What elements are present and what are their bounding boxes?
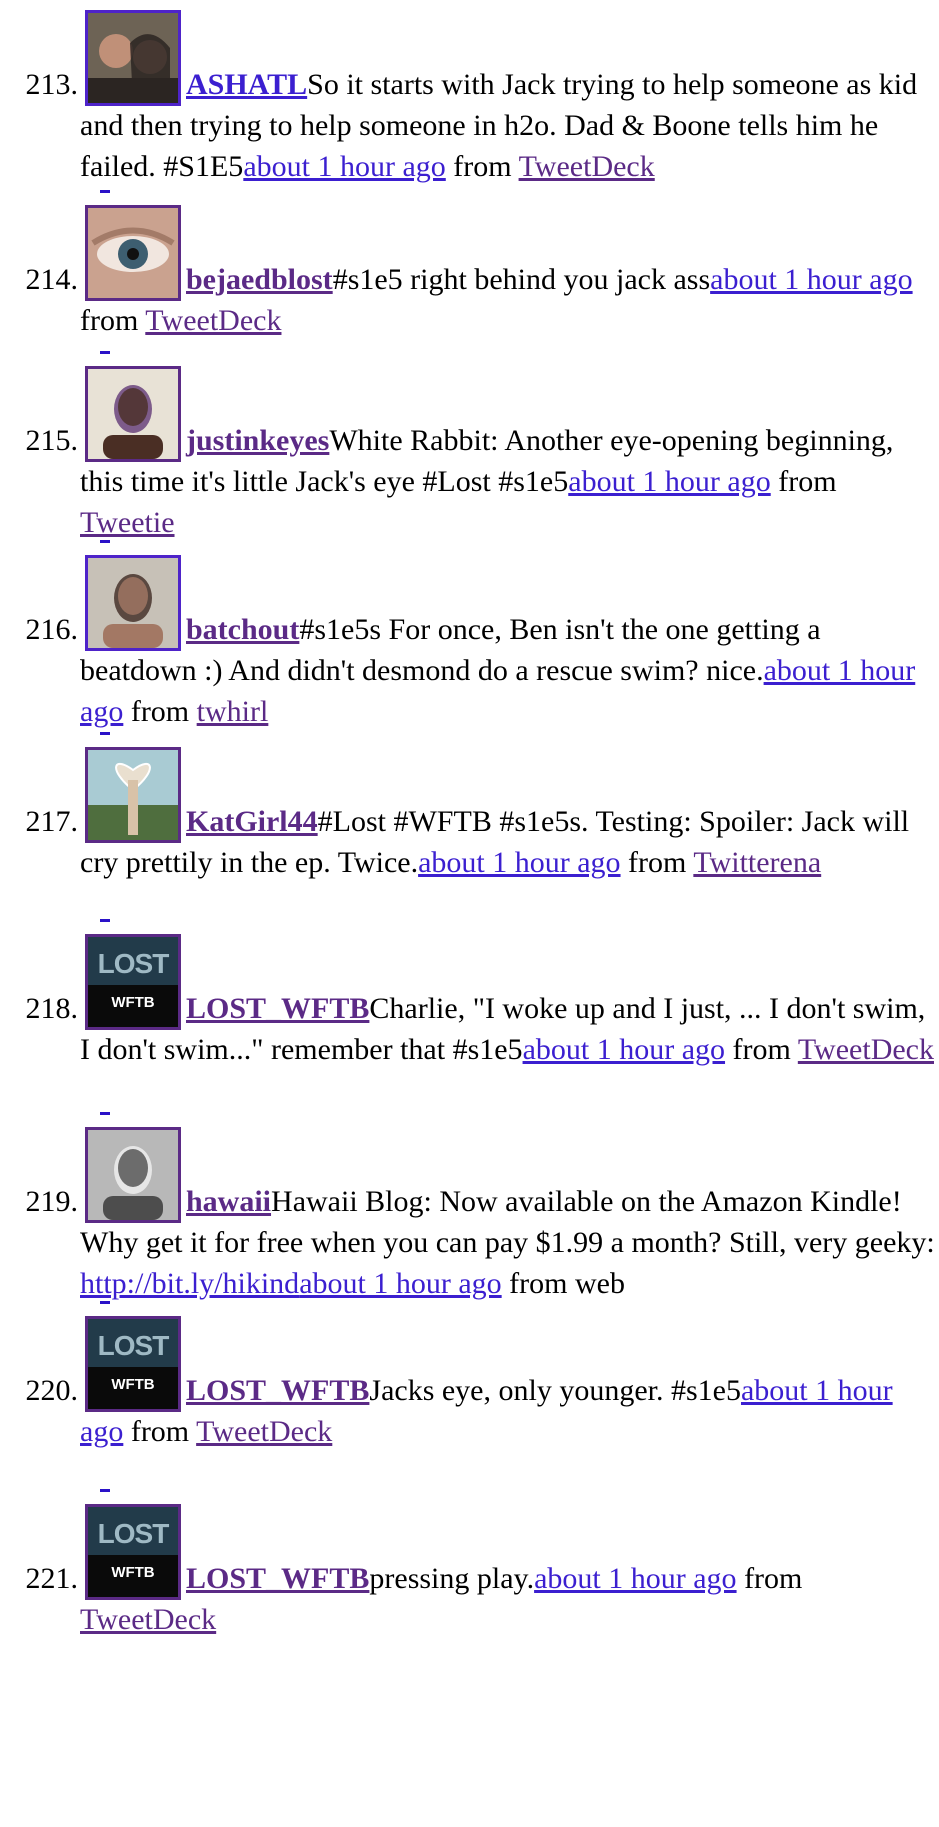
- empty-link-underline[interactable]: [100, 540, 110, 543]
- tweet-text: #s1e5 right behind you jack ass: [332, 263, 711, 296]
- tweet-number: 214.: [25, 263, 79, 296]
- source-link[interactable]: Tweetie: [80, 506, 175, 539]
- tweet-number: 213.: [25, 68, 79, 101]
- from-label: from: [778, 465, 837, 498]
- tweet-number: 215.: [25, 424, 79, 457]
- tweet-number: 221.: [25, 1562, 79, 1595]
- from-label: from: [509, 1267, 568, 1300]
- source-link[interactable]: TweetDeck: [519, 150, 655, 183]
- tweet-number: 216.: [25, 613, 79, 646]
- timestamp-link[interactable]: about 1 hour ago: [418, 846, 620, 879]
- tweet-content: KatGirl44#Lost #WFTB #s1e5s. Testing: Sp…: [80, 805, 909, 879]
- logo-lost-text: LOST: [98, 1330, 170, 1361]
- source-link[interactable]: twhirl: [197, 695, 269, 728]
- tweet-number: 218.: [25, 992, 79, 1025]
- timestamp-link[interactable]: about 1 hour ago: [299, 1267, 501, 1300]
- tweet-body: justinkeyesWhite Rabbit: Another eye-ope…: [80, 420, 935, 543]
- timestamp-link[interactable]: about 1 hour ago: [523, 1033, 725, 1066]
- tweet-body: KatGirl44#Lost #WFTB #s1e5s. Testing: Sp…: [80, 801, 935, 883]
- tweet-body: LOST_WFTBpressing play.about 1 hour ago …: [80, 1558, 935, 1640]
- username-link[interactable]: ASHATL: [186, 68, 307, 101]
- from-label: from: [80, 304, 139, 337]
- empty-link-underline[interactable]: [100, 1489, 110, 1492]
- tweet-number: 220.: [25, 1374, 79, 1407]
- source-link[interactable]: TweetDeck: [145, 304, 281, 337]
- tweet-text: Jacks eye, only younger. #s1e5: [369, 1374, 741, 1407]
- tweet-content: LOST_WFTBpressing play.about 1 hour ago …: [80, 1562, 802, 1636]
- tweet-body: LOST_WFTBJacks eye, only younger. #s1e5a…: [80, 1370, 935, 1452]
- tweet-content: hawaiiHawaii Blog: Now available on the …: [80, 1185, 935, 1300]
- username-link[interactable]: hawaii: [186, 1185, 271, 1218]
- timestamp-link[interactable]: about 1 hour ago: [534, 1562, 736, 1595]
- source-link[interactable]: TweetDeck: [80, 1603, 216, 1636]
- tweet-content: LOST_WFTBJacks eye, only younger. #s1e5a…: [80, 1374, 893, 1448]
- username-link[interactable]: LOST_WFTB: [186, 1374, 369, 1407]
- tweet-number: 217.: [25, 805, 79, 838]
- from-label: from: [744, 1562, 803, 1595]
- logo-lost-text: LOST: [98, 948, 170, 979]
- tweet-body: ASHATLSo it starts with Jack trying to h…: [80, 64, 935, 187]
- from-label: from: [732, 1033, 791, 1066]
- empty-link-underline[interactable]: [100, 1112, 110, 1115]
- username-link[interactable]: bejaedblost: [186, 263, 333, 296]
- username-link[interactable]: LOST_WFTB: [186, 992, 369, 1025]
- tweet-body: LOST_WFTBCharlie, "I woke up and I just,…: [80, 988, 935, 1070]
- timestamp-link[interactable]: about 1 hour ago: [568, 465, 770, 498]
- tweet-content: LOST_WFTBCharlie, "I woke up and I just,…: [80, 992, 934, 1066]
- timestamp-link[interactable]: about 1 hour ago: [710, 263, 912, 296]
- username-link[interactable]: batchout: [186, 613, 299, 646]
- empty-link-underline[interactable]: [100, 732, 110, 735]
- tweet-content: bejaedblost#s1e5 right behind you jack a…: [80, 263, 913, 337]
- empty-link-underline[interactable]: [100, 351, 110, 354]
- empty-link-underline[interactable]: [100, 919, 110, 922]
- source-link[interactable]: Twitterena: [693, 846, 821, 879]
- tweet-content: justinkeyesWhite Rabbit: Another eye-ope…: [80, 424, 893, 539]
- username-link[interactable]: LOST_WFTB: [186, 1562, 369, 1595]
- timestamp-link[interactable]: about 1 hour ago: [243, 150, 445, 183]
- tweet-number: 219.: [25, 1185, 79, 1218]
- username-link[interactable]: KatGirl44: [186, 805, 318, 838]
- from-label: from: [130, 695, 190, 728]
- tweet-url-link[interactable]: http://bit.ly/hikind: [80, 1267, 299, 1300]
- tweet-body: hawaiiHawaii Blog: Now available on the …: [80, 1181, 935, 1304]
- from-label: from: [130, 1415, 190, 1448]
- from-label: from: [453, 150, 512, 183]
- username-link[interactable]: justinkeyes: [186, 424, 329, 457]
- tweet-body: batchout#s1e5s For once, Ben isn't the o…: [80, 609, 935, 732]
- source-link[interactable]: TweetDeck: [196, 1415, 332, 1448]
- source-link[interactable]: TweetDeck: [798, 1033, 934, 1066]
- tweet-text: pressing play.: [369, 1562, 535, 1595]
- empty-link-underline[interactable]: [100, 190, 110, 193]
- tweet-content: batchout#s1e5s For once, Ben isn't the o…: [80, 613, 915, 728]
- tweet-content: ASHATLSo it starts with Jack trying to h…: [80, 68, 917, 183]
- logo-lost-text: LOST: [98, 1518, 170, 1549]
- tweet-body: bejaedblost#s1e5 right behind you jack a…: [80, 259, 935, 341]
- empty-link-underline[interactable]: [100, 1301, 110, 1304]
- from-label: from: [628, 846, 687, 879]
- source-label: web: [574, 1267, 625, 1300]
